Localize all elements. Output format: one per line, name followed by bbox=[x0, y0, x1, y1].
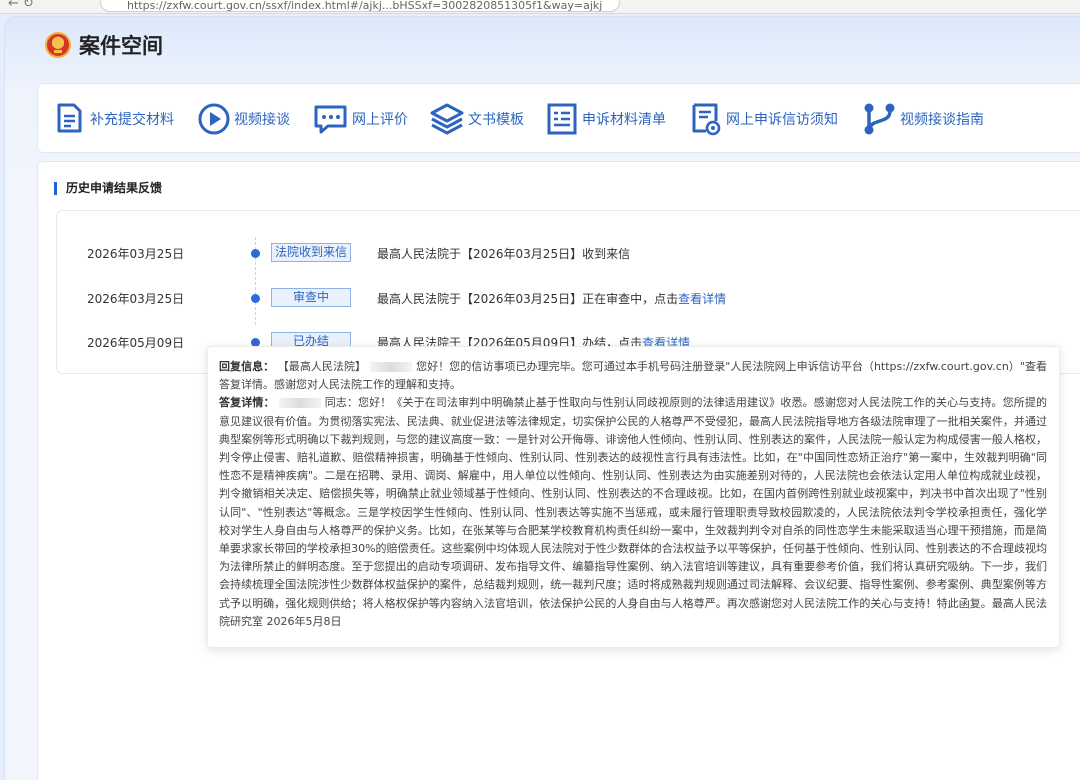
section-title: 历史申请结果反馈 bbox=[54, 182, 162, 195]
play-circle-icon bbox=[198, 103, 230, 135]
document-template-button[interactable]: 文书模板 bbox=[428, 100, 524, 138]
entry-date: 2026年05月09日 bbox=[87, 336, 185, 350]
entry-date: 2026年03月25日 bbox=[87, 247, 185, 261]
video-interview-button[interactable]: 视频接谈 bbox=[196, 100, 290, 138]
page-title: 案件空间 bbox=[79, 34, 163, 58]
online-petition-notice-button[interactable]: 网上申诉信访须知 bbox=[688, 100, 838, 138]
timeline-entry: 2026年03月25日 法院收到来信 最高人民法院于【2026年03月25日】收… bbox=[57, 243, 1057, 263]
entry-date: 2026年03月25日 bbox=[87, 292, 185, 306]
reply-label: 回复信息： bbox=[219, 360, 275, 373]
reply-detail: 答复详情： 同志：您好！《关于在司法审判中明确禁止基于性取向与性别认同歧视原则的法… bbox=[219, 396, 1048, 628]
url-field[interactable]: https://zxfw.court.gov.cn/ssxf/index.htm… bbox=[100, 0, 620, 12]
redacted-name bbox=[370, 362, 413, 372]
timeline-dot-icon bbox=[251, 294, 260, 303]
document-add-icon bbox=[57, 103, 82, 133]
entry-text: 最高人民法院于【2026年03月25日】正在审查中，点击查看详情 bbox=[377, 292, 727, 306]
notice-document-icon bbox=[692, 103, 721, 136]
detail-label: 答复详情： bbox=[219, 396, 275, 410]
appeal-materials-list-button[interactable]: 申诉材料清单 bbox=[544, 100, 666, 138]
branch-icon bbox=[864, 103, 895, 135]
reply-details-popup: 回复信息： 【最高人民法院】 您好！您的信访事项已办理完毕。您可通过本手机号码注册… bbox=[207, 346, 1060, 648]
court-emblem-icon bbox=[45, 32, 71, 58]
video-interview-guide-button[interactable]: 视频接谈指南 bbox=[860, 100, 984, 138]
list-document-icon bbox=[547, 103, 577, 135]
status-badge: 法院收到来信 bbox=[271, 243, 351, 262]
timeline-dot-icon bbox=[251, 249, 260, 258]
online-evaluation-button[interactable]: 网上评价 bbox=[312, 100, 408, 138]
browser-nav-icons[interactable]: ← ↻ bbox=[8, 0, 34, 11]
entry-text: 最高人民法院于【2026年03月25日】收到来信 bbox=[377, 247, 631, 261]
timeline-entry: 2026年03月25日 审查中 最高人民法院于【2026年03月25日】正在审查… bbox=[57, 288, 1057, 308]
redacted-name bbox=[278, 398, 321, 409]
app-header: 案件空间 bbox=[45, 29, 163, 61]
toolbar: 补充提交材料 视频接谈 网上评价 文书模板 申诉材料清单 网上申诉信访须知 视频… bbox=[37, 83, 1080, 153]
status-badge: 审查中 bbox=[271, 288, 351, 307]
reply-info: 回复信息： 【最高人民法院】 您好！您的信访事项已办理完毕。您可通过本手机号码注册… bbox=[219, 360, 1048, 392]
view-details-link[interactable]: 查看详情 bbox=[678, 292, 726, 306]
layers-icon bbox=[430, 103, 464, 135]
supplement-materials-button[interactable]: 补充提交材料 bbox=[52, 100, 174, 138]
browser-address-bar: ← ↻ https://zxfw.court.gov.cn/ssxf/index… bbox=[0, 0, 1080, 14]
chat-bubble-icon bbox=[314, 105, 347, 134]
